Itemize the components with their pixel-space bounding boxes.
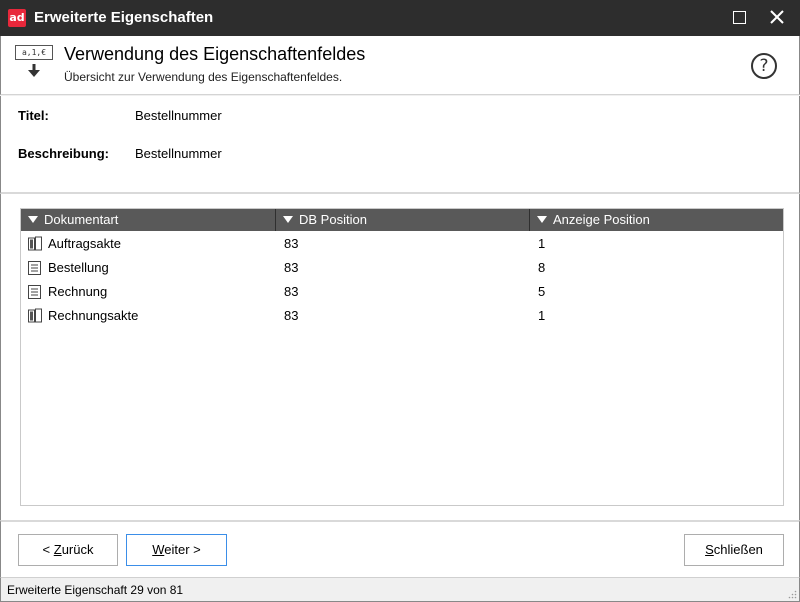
- window-title: Erweiterte Eigenschaften: [34, 9, 214, 26]
- maximize-icon: [733, 11, 746, 24]
- app-logo-icon: ad: [8, 9, 26, 27]
- button-bar: < Zurück Weiter > Schließen: [0, 520, 800, 577]
- info-section: Titel: Bestellnummer Beschreibung: Beste…: [0, 96, 800, 194]
- document-icon: [28, 261, 41, 275]
- close-icon: [770, 10, 784, 24]
- table-row[interactable]: Auftragsakte 83 1: [21, 232, 783, 256]
- cell-db-position: 83: [284, 308, 299, 323]
- table-row[interactable]: Bestellung 83 8: [21, 256, 783, 280]
- property-tag: a,1,€: [15, 45, 53, 60]
- column-header-anzeige-position[interactable]: Anzeige Position: [530, 209, 783, 231]
- page-subtitle: Übersicht zur Verwendung des Eigenschaft…: [64, 70, 343, 84]
- column-label: DB Position: [299, 212, 367, 227]
- column-label: Anzeige Position: [553, 212, 650, 227]
- column-label: Dokumentart: [44, 212, 119, 227]
- cell-display-position: 5: [538, 284, 546, 299]
- next-mnemonic: W: [152, 542, 165, 557]
- close-label: chließen: [713, 542, 763, 557]
- table-header: Dokumentart DB Position Anzeige Position: [21, 209, 783, 231]
- cell-document-type: Rechnungsakte: [48, 308, 139, 323]
- cell-db-position: 83: [284, 260, 299, 275]
- column-header-dokumentart[interactable]: Dokumentart: [21, 209, 275, 231]
- sort-triangle-icon: [537, 216, 547, 224]
- cell-display-position: 8: [538, 260, 546, 275]
- table-row[interactable]: Rechnungsakte 83 1: [21, 304, 783, 328]
- sort-triangle-icon: [283, 216, 293, 224]
- main-panel: Dokumentart DB Position Anzeige Position…: [0, 194, 800, 520]
- description-label: Beschreibung:: [18, 146, 110, 161]
- usage-table: Dokumentart DB Position Anzeige Position…: [20, 208, 784, 506]
- description-value: Bestellnummer: [135, 146, 222, 161]
- cell-display-position: 1: [538, 236, 546, 251]
- sort-triangle-icon: [28, 216, 38, 224]
- page-title: Verwendung des Eigenschaftenfeldes: [64, 44, 366, 64]
- resize-grip-icon[interactable]: [787, 589, 797, 599]
- folder-icon: [28, 308, 42, 323]
- cell-display-position: 1: [538, 308, 546, 323]
- wizard-header: a,1,€ Verwendung des Eigenschaftenfeldes…: [0, 36, 800, 95]
- back-label: urück: [61, 542, 94, 557]
- close-mnemonic: S: [705, 542, 714, 557]
- next-label: eiter >: [164, 542, 201, 557]
- title-bar: ad Erweiterte Eigenschaften: [0, 0, 800, 36]
- arrow-down-icon: [28, 64, 40, 77]
- column-header-db-position[interactable]: DB Position: [276, 209, 529, 231]
- next-button[interactable]: Weiter >: [126, 534, 227, 566]
- status-text: Erweiterte Eigenschaft 29 von 81: [7, 583, 184, 597]
- status-bar: Erweiterte Eigenschaft 29 von 81: [0, 577, 800, 602]
- back-prefix: <: [42, 542, 54, 557]
- close-button[interactable]: Schließen: [684, 534, 784, 566]
- back-button[interactable]: < Zurück: [18, 534, 118, 566]
- title-label: Titel:: [18, 108, 49, 123]
- cell-db-position: 83: [284, 236, 299, 251]
- cell-db-position: 83: [284, 284, 299, 299]
- folder-icon: [28, 236, 42, 251]
- close-window-button[interactable]: [754, 0, 800, 36]
- property-field-icon: a,1,€: [15, 45, 55, 81]
- document-icon: [28, 285, 41, 299]
- cell-document-type: Rechnung: [48, 284, 108, 299]
- cell-document-type: Auftragsakte: [48, 236, 121, 251]
- cell-document-type: Bestellung: [48, 260, 109, 275]
- table-row[interactable]: Rechnung 83 5: [21, 280, 783, 304]
- back-mnemonic: Z: [53, 542, 62, 557]
- title-value: Bestellnummer: [135, 108, 222, 123]
- help-icon[interactable]: ?: [751, 53, 777, 79]
